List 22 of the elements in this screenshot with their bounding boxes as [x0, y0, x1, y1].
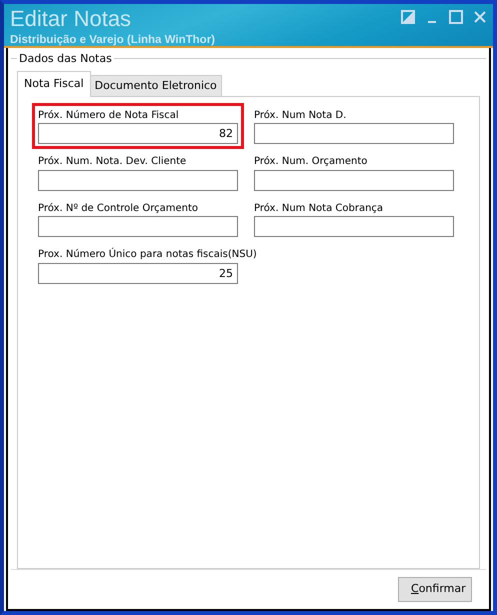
- field-label: Próx. Num. Orçamento: [254, 155, 368, 169]
- input-field[interactable]: [254, 123, 454, 144]
- field-label: Próx. Num Nota D.: [254, 108, 346, 122]
- field-label: Próx. Nº de Controle Orçamento: [38, 202, 198, 216]
- field-label: Próx. Num Nota Cobrança: [254, 202, 384, 216]
- input-field[interactable]: [254, 216, 454, 237]
- input-field[interactable]: [38, 170, 238, 190]
- maximize-icon[interactable]: [449, 10, 463, 24]
- input-field[interactable]: [38, 216, 238, 237]
- field-label: Prox. Número Único para notas fiscais(NSU): [38, 248, 257, 262]
- tab[interactable]: Nota Fiscal: [17, 71, 91, 96]
- field-label: Próx. Número de Nota Fiscal: [38, 108, 179, 122]
- confirm-button[interactable]: Confirmar: [398, 577, 472, 602]
- restore-icon[interactable]: [401, 10, 415, 24]
- tab[interactable]: Documento Eletronico: [90, 75, 222, 96]
- input-field[interactable]: 25: [38, 262, 238, 284]
- input-field[interactable]: [254, 170, 454, 190]
- field-label: Próx. Num. Nota. Dev. Cliente: [38, 155, 186, 169]
- input-field[interactable]: 82: [38, 123, 238, 144]
- window-subtitle: Distribuição e Varejo (Linha WinThor): [10, 33, 216, 48]
- window-title: Editar Notas: [10, 6, 132, 32]
- close-icon[interactable]: [473, 10, 487, 24]
